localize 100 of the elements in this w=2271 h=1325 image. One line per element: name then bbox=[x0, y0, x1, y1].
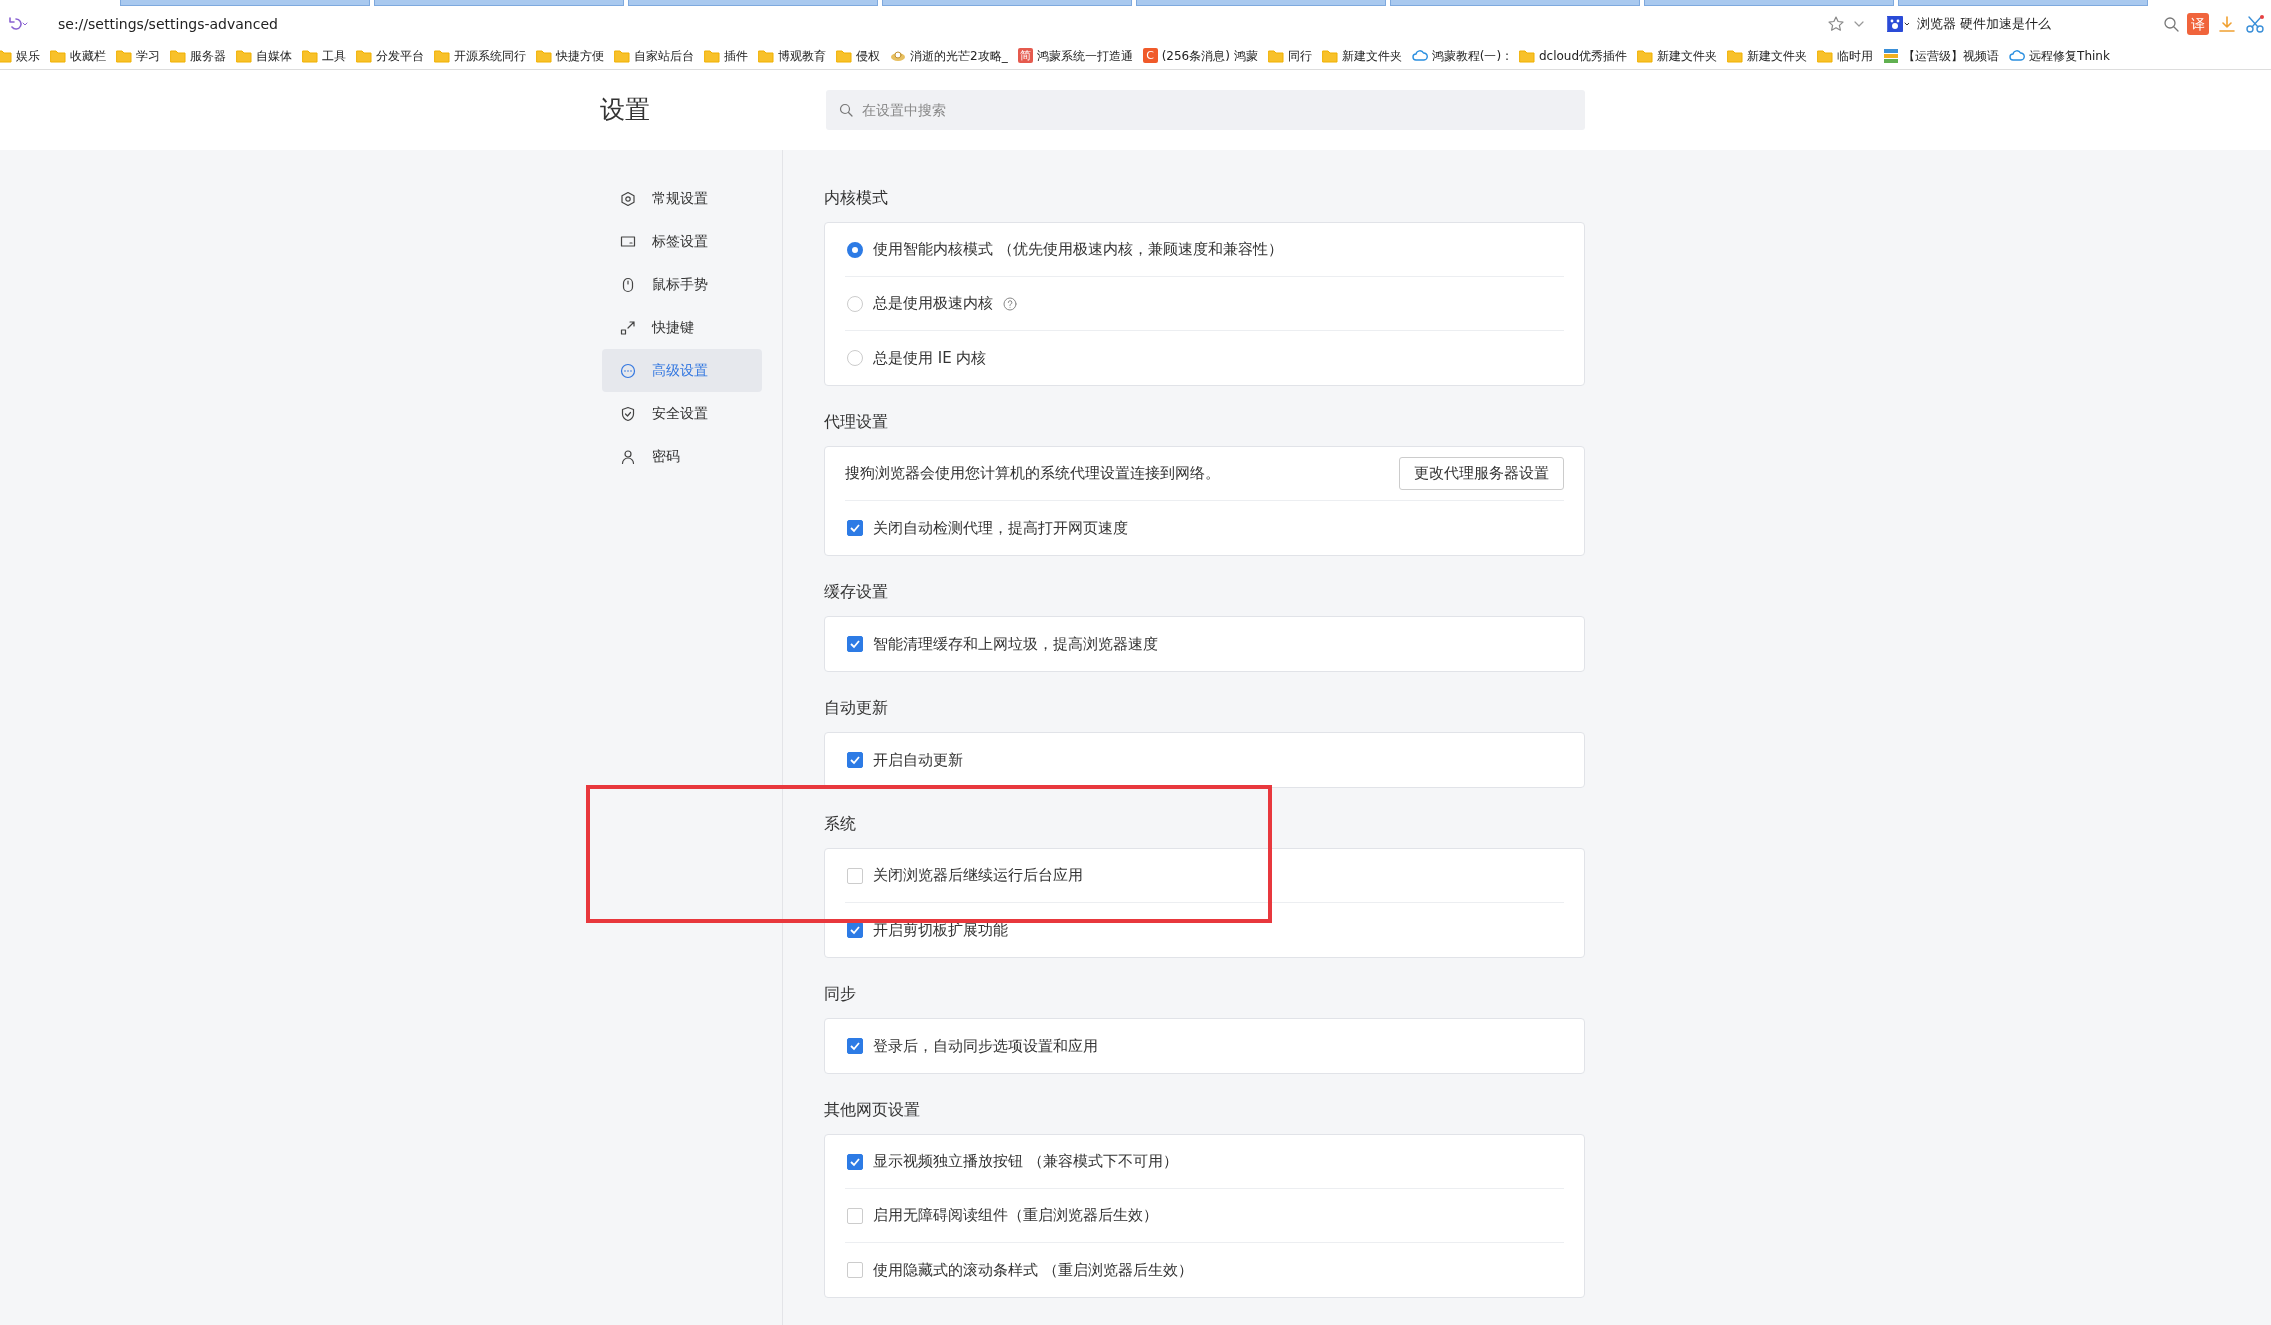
address-text[interactable]: se://settings/settings-advanced bbox=[58, 13, 278, 35]
folder-icon bbox=[758, 47, 774, 64]
option-label: 登录后，自动同步选项设置和应用 bbox=[873, 1035, 1098, 1057]
bookmark-link[interactable]: 远程修复Think bbox=[2009, 46, 2110, 65]
bookmark-link[interactable]: C (256条消息) 鸿蒙 bbox=[1142, 46, 1258, 65]
option-label: 开启剪切板扩展功能 bbox=[873, 919, 1008, 941]
checkbox[interactable] bbox=[847, 752, 863, 768]
option-label: 总是使用 IE 内核 bbox=[873, 347, 987, 369]
bookmark-link[interactable]: 娱乐 bbox=[0, 46, 40, 65]
page-title: 设置 bbox=[599, 95, 651, 125]
section-title: 其他网页设置 bbox=[824, 1099, 921, 1121]
bookmark-link[interactable]: 服务器 bbox=[170, 46, 226, 65]
gear-icon bbox=[620, 190, 636, 207]
search-field[interactable]: 在设置中搜索 bbox=[826, 90, 1585, 130]
bookmark-link[interactable]: 消逝的光芒2攻略_ bbox=[890, 46, 1008, 65]
site-icon: 简 bbox=[1017, 48, 1033, 63]
sidebar-item[interactable]: 高级设置 bbox=[602, 349, 762, 392]
folder-icon bbox=[170, 47, 186, 64]
folder-icon bbox=[434, 47, 450, 64]
folder-icon bbox=[836, 47, 852, 64]
radio-button[interactable] bbox=[847, 295, 863, 312]
bookmark-link[interactable]: 新建文件夹 bbox=[1727, 46, 1808, 65]
folder-icon bbox=[536, 47, 552, 64]
option-label: 关闭浏览器后继续运行后台应用 bbox=[873, 865, 1083, 887]
bookmark-link[interactable]: 开源系统同行 bbox=[434, 46, 526, 65]
option-label: 使用隐藏式的滚动条样式 （重启浏览器后生效） bbox=[873, 1259, 1193, 1281]
section-title: 系统 bbox=[824, 813, 857, 835]
section-title: 自动更新 bbox=[824, 697, 889, 719]
folder-icon bbox=[704, 47, 720, 64]
tablet-icon bbox=[620, 233, 636, 250]
bookmark-link[interactable]: 临时用 bbox=[1817, 46, 1874, 65]
checkbox[interactable] bbox=[847, 636, 863, 652]
bookmark-link[interactable]: dcloud优秀插件 bbox=[1518, 46, 1628, 65]
mouse-icon bbox=[620, 276, 636, 293]
folder-icon bbox=[1727, 47, 1744, 64]
section-title: 缓存设置 bbox=[824, 581, 889, 603]
bookmark-link[interactable]: 侵权 bbox=[836, 46, 880, 65]
star-icon[interactable] bbox=[1827, 15, 1845, 33]
radio-button[interactable] bbox=[847, 241, 863, 258]
folder-icon bbox=[236, 47, 252, 64]
person-icon bbox=[620, 448, 636, 465]
bookmark-link[interactable]: 博观教育 bbox=[758, 46, 826, 65]
checkbox[interactable] bbox=[847, 1207, 863, 1224]
download-icon[interactable] bbox=[2217, 14, 2237, 34]
more-icon bbox=[620, 362, 636, 379]
bookmark-link[interactable]: 新建文件夹 bbox=[1321, 46, 1402, 65]
option-label: 显示视频独立播放按钮 （兼容模式下不可用） bbox=[873, 1151, 1178, 1173]
bookmark-link[interactable]: 快捷方便 bbox=[536, 46, 604, 65]
bookmark-link[interactable]: 插件 bbox=[704, 46, 748, 65]
folder-icon bbox=[116, 47, 132, 64]
option-label: 使用智能内核模式 （优先使用极速内核，兼顾速度和兼容性） bbox=[873, 239, 1283, 261]
folder-icon bbox=[1518, 47, 1535, 64]
checkbox[interactable] bbox=[847, 520, 863, 536]
bookmark-link[interactable]: 分发平台 bbox=[356, 46, 424, 65]
folder-icon bbox=[1321, 47, 1338, 64]
bookmark-link[interactable]: 收藏栏 bbox=[50, 46, 106, 65]
sidebar-item[interactable]: 快捷键 bbox=[602, 306, 762, 349]
folder-icon bbox=[1817, 47, 1834, 64]
paw-icon[interactable] bbox=[1887, 16, 1909, 32]
folder-icon bbox=[614, 47, 630, 64]
undo-icon[interactable] bbox=[6, 16, 28, 32]
bookmark-link[interactable]: 同行 bbox=[1267, 46, 1312, 65]
sidebar-item[interactable]: 密码 bbox=[602, 435, 762, 478]
search-icon[interactable] bbox=[2163, 16, 2179, 32]
proxy-settings-button[interactable]: 更改代理服务器设置 bbox=[1399, 457, 1564, 490]
checkbox[interactable] bbox=[847, 867, 863, 884]
section-title: 代理设置 bbox=[824, 411, 889, 433]
bookmark-link[interactable]: 工具 bbox=[302, 46, 346, 65]
sidebar-item[interactable]: 鼠标手势 bbox=[602, 263, 762, 306]
bookmark-link[interactable]: 学习 bbox=[116, 46, 160, 65]
folder-icon bbox=[1637, 47, 1654, 64]
checkbox[interactable] bbox=[847, 1262, 863, 1278]
sidebar-item[interactable]: 安全设置 bbox=[602, 392, 762, 435]
cloud-icon bbox=[1411, 47, 1428, 64]
folder-icon bbox=[50, 47, 66, 64]
description-text: 搜狗浏览器会使用您计算机的系统代理设置连接到网络。 bbox=[845, 463, 1220, 485]
sidebar-item[interactable]: 标签设置 bbox=[602, 220, 762, 263]
folder-icon bbox=[356, 47, 372, 64]
app-icon bbox=[1883, 47, 1900, 64]
folder-icon bbox=[302, 47, 318, 64]
cloud-icon bbox=[2009, 47, 2026, 64]
scissors-icon[interactable] bbox=[2245, 14, 2265, 34]
bookmark-link[interactable]: 【运营级】视频语 bbox=[1883, 46, 2000, 65]
sidebar-item[interactable]: 常规设置 bbox=[602, 177, 762, 220]
checkbox[interactable] bbox=[847, 1153, 863, 1170]
radio-button[interactable] bbox=[847, 350, 863, 366]
folder-icon bbox=[0, 47, 12, 64]
arrow-icon bbox=[620, 319, 636, 336]
bookmark-link[interactable]: 自家站后台 bbox=[614, 46, 694, 65]
option-label: 总是使用极速内核 bbox=[873, 293, 993, 315]
section-title: 同步 bbox=[824, 983, 857, 1005]
section-title: 内核模式 bbox=[824, 187, 889, 209]
option-label: 开启自动更新 bbox=[873, 749, 963, 771]
bookmark-link[interactable]: 鸿蒙教程(一) : bbox=[1411, 46, 1509, 65]
bookmark-link[interactable]: 简 鸿蒙系统一打造通 bbox=[1017, 46, 1133, 65]
bookmark-link[interactable]: 新建文件夹 bbox=[1637, 46, 1718, 65]
search-query-text[interactable]: 浏览器 硬件加速是什么 bbox=[1917, 14, 2107, 34]
bookmark-link[interactable]: 自媒体 bbox=[236, 46, 292, 65]
checkbox[interactable] bbox=[847, 1038, 863, 1054]
help-icon[interactable] bbox=[1003, 296, 1017, 311]
